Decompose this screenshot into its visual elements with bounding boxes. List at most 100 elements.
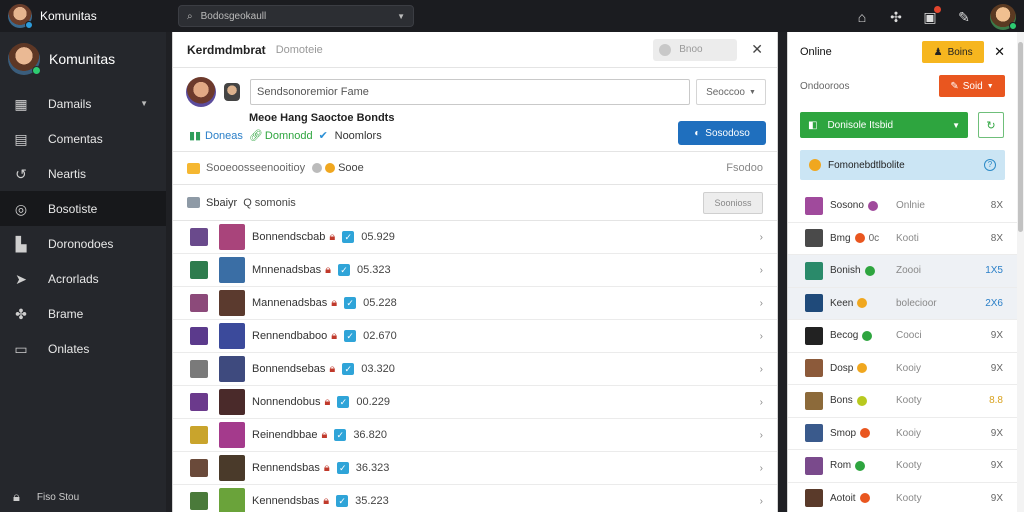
puzzle-icon[interactable]: ✣	[888, 9, 904, 25]
audience-select[interactable]: Seoccoo ▼	[696, 79, 766, 105]
sidebar-item-neartis[interactable]: ↺ Neartis	[0, 156, 166, 191]
option-noomlors[interactable]: ✔ Noomlors	[319, 130, 382, 142]
item-thumbnail	[190, 459, 208, 477]
chevron-right-icon[interactable]: ›	[760, 496, 763, 507]
sidebar-footer[interactable]: 🔒︎ Fiso Stou	[0, 482, 166, 512]
submit-button[interactable]: ◐ Sosodoso	[678, 121, 766, 145]
item-thumbnail	[190, 327, 208, 345]
filter-row: Sbaiyr Q somonis Soonioss	[173, 185, 777, 221]
brand[interactable]: Komunitas	[0, 4, 166, 29]
list-item[interactable]: Bmg 0c Kooti 8X	[788, 223, 1017, 255]
user-avatar	[805, 294, 823, 313]
user-status: Kooti	[896, 232, 919, 244]
sidebar-item-comentas[interactable]: ▤ Comentas	[0, 121, 166, 156]
search-input[interactable]: ⌕ Bodosgeokaull ▼	[178, 5, 414, 27]
check-icon[interactable]: ✓	[342, 231, 355, 243]
list-item[interactable]: Sosono Onlnie 8X	[788, 190, 1017, 223]
item-value: 35.223	[355, 495, 389, 507]
check-icon[interactable]: ✓	[337, 264, 350, 276]
filter-button[interactable]: Soonioss	[703, 191, 763, 214]
item-name: Bonnendscbab	[252, 231, 326, 243]
check-icon[interactable]: ✓	[337, 396, 350, 408]
sidebar-item-onlates[interactable]: ▭ Onlates	[0, 331, 166, 366]
sidebar-item-brame[interactable]: ✤ Brame	[0, 296, 166, 331]
list-item[interactable]: Keen bolecioor 2X6	[788, 287, 1017, 320]
edit-icon[interactable]: ✎	[956, 9, 972, 25]
user-status: Kooiy	[896, 362, 922, 374]
table-row[interactable]: Mnnenadsbas 🔒︎ ✓ 05.323 ›	[173, 254, 777, 287]
chevron-right-icon[interactable]: ›	[760, 364, 763, 375]
status-dot	[855, 460, 866, 471]
sidebar-item-bosotiste[interactable]: ◎ Bosotiste	[0, 191, 166, 226]
user-avatar[interactable]	[990, 4, 1017, 30]
option-doneas[interactable]: ▮▮ Doneas	[189, 130, 243, 142]
post-input[interactable]: Sendsonoremior Fame	[250, 79, 690, 105]
online-title: Online	[800, 46, 832, 58]
table-row[interactable]: Mannenadsbas 🔒︎ ✓ 05.228 ›	[173, 287, 777, 320]
chevron-right-icon[interactable]: ›	[760, 232, 763, 243]
home-icon[interactable]: ⌂	[854, 9, 870, 25]
scrollbar[interactable]	[1017, 32, 1024, 512]
option-domnodd[interactable]: 🔗︎ Domnodd	[249, 130, 313, 142]
table-row[interactable]: Bonnendscbab 🔒︎ ✓ 05.929 ›	[173, 221, 777, 254]
table-row[interactable]: Nonnendobus 🔒︎ ✓ 00.229 ›	[173, 386, 777, 419]
item-name: Reinendbbae	[252, 429, 318, 441]
chevron-right-icon[interactable]: ›	[760, 430, 763, 441]
sidebar-item-label: Doronodoes	[48, 236, 114, 251]
user-avatar	[805, 391, 823, 410]
list-item[interactable]: Aotoit Kooty 9X	[788, 483, 1017, 512]
check-icon[interactable]: ✓	[342, 363, 355, 375]
table-row[interactable]: Rennendsbas 🔒︎ ✓ 36.323 ›	[173, 452, 777, 485]
sort-button[interactable]: ✎ Soid ▼	[939, 75, 1005, 97]
list-item[interactable]: Bonish Zoooi 1X5	[788, 255, 1017, 288]
user-count: 9X	[990, 492, 1003, 504]
info-right-link[interactable]: Fsodoo	[726, 162, 763, 174]
chevron-down-icon[interactable]: ▼	[140, 99, 148, 108]
scrollbar-thumb[interactable]	[1018, 42, 1023, 232]
lock-icon: 🔒︎	[323, 494, 330, 507]
sidebar-item-damails[interactable]: ▦ Damails ▼	[0, 86, 166, 121]
help-icon[interactable]: ?	[984, 159, 996, 171]
table-row[interactable]: Kennendsbas 🔒︎ ✓ 35.223 ›	[173, 485, 777, 512]
check-icon[interactable]: ✓	[336, 495, 349, 507]
table-row[interactable]: Bonnendsebas 🔒︎ ✓ 03.320 ›	[173, 353, 777, 386]
green-action-button[interactable]: ◧ Donisole Itsbid ▼	[800, 112, 968, 138]
sidebar-item-acrorlads[interactable]: ➤ Acrorlads	[0, 261, 166, 296]
check-icon[interactable]: ✓	[336, 462, 349, 474]
chevron-right-icon[interactable]: ›	[760, 397, 763, 408]
chevron-right-icon[interactable]: ›	[760, 463, 763, 474]
post-input-placeholder: Sendsonoremior Fame	[257, 86, 369, 98]
join-button[interactable]: ♟ Boins	[922, 41, 985, 63]
close-icon[interactable]: ✕	[994, 44, 1005, 60]
check-icon[interactable]: ✓	[344, 297, 357, 309]
chevron-right-icon[interactable]: ›	[760, 265, 763, 276]
gift-icon[interactable]: ▣	[922, 6, 941, 25]
user-status: Kooty	[896, 395, 922, 407]
check-icon[interactable]: ✓	[334, 429, 347, 441]
check-icon[interactable]: ✓	[344, 330, 357, 342]
item-value: 05.323	[356, 264, 391, 276]
list-item[interactable]: Smop Kooiy 9X	[788, 418, 1017, 450]
info-text: Sooeoosseenooitioy	[206, 162, 306, 174]
chevron-right-icon[interactable]: ›	[760, 298, 763, 309]
submit-button-label: Sosodoso	[705, 127, 750, 139]
list-item[interactable]: Bons Kooty 8.8	[788, 385, 1017, 418]
info-banner[interactable]: Fomonebdtlbolite ?	[800, 150, 1005, 180]
sidebar-header[interactable]: Komunitas	[0, 32, 166, 86]
table-row[interactable]: Rennendbaboo 🔒︎ ✓ 02.670 ›	[173, 320, 777, 353]
user-status: Kooty	[896, 460, 922, 472]
sidebar-item-label: Bosotiste	[48, 201, 98, 216]
chevron-right-icon[interactable]: ›	[760, 331, 763, 342]
list-item[interactable]: Dosp Kooiy 9X	[788, 353, 1017, 385]
item-thumbnail	[190, 360, 208, 378]
status-dot	[854, 233, 865, 244]
list-item[interactable]: Rom Kooty 9X	[788, 450, 1017, 483]
list-item[interactable]: Becog Cooci 9X	[788, 320, 1017, 353]
refresh-button[interactable]: ↻	[978, 112, 1004, 138]
info-badge[interactable]: Sooe	[338, 162, 364, 174]
filter-query[interactable]: Q somonis	[243, 197, 296, 209]
main-panel: Kerdmdmbrat Domoteie Bnoo ✕ Sendsonoremi…	[172, 32, 778, 512]
user-name: Dosp	[830, 362, 854, 374]
table-row[interactable]: Reinendbbae 🔒︎ ✓ 36.820 ›	[173, 419, 777, 452]
sidebar-item-doronodoes[interactable]: ▙ Doronodoes	[0, 226, 166, 261]
